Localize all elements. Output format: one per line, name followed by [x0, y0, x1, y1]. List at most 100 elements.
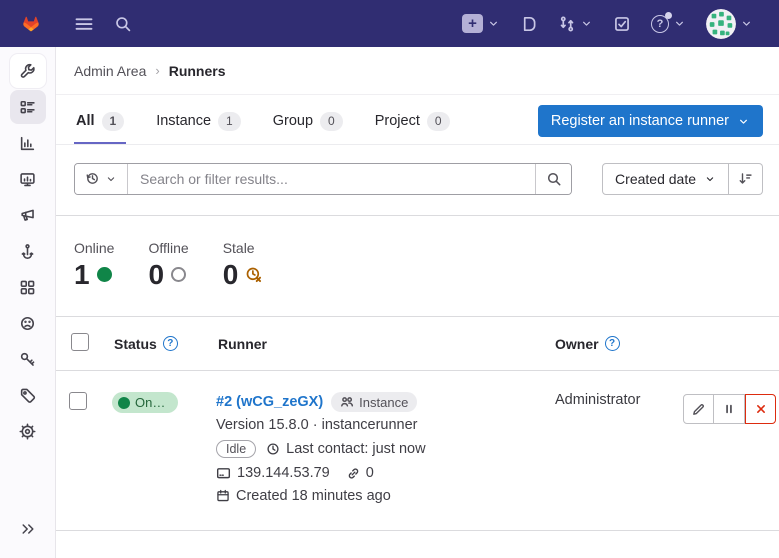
- online-dot-icon: [97, 267, 112, 282]
- sidebar-item-system-hooks[interactable]: [10, 234, 46, 268]
- search-input[interactable]: [128, 164, 535, 194]
- runner-name-link[interactable]: #2 (wCG_zeGX): [216, 394, 323, 410]
- search-filter-group: [74, 163, 572, 195]
- sidebar-item-overview[interactable]: [10, 90, 46, 124]
- sidebar-collapse-button[interactable]: [10, 512, 46, 546]
- created-text: Created 18 minutes ago: [236, 488, 391, 504]
- stat-label: Online: [74, 240, 114, 256]
- gitlab-logo-icon: [16, 9, 46, 39]
- tab-project[interactable]: Project 0: [373, 99, 452, 144]
- sort-by-dropdown[interactable]: Created date: [602, 163, 729, 195]
- runner-row: Online #2 (wCG_zeGX) Instance Version 15…: [56, 371, 779, 531]
- filter-bar: Created date: [56, 145, 779, 216]
- stat-value: 0: [148, 260, 164, 291]
- stat-offline: Offline 0: [148, 240, 188, 291]
- avatar: [706, 9, 736, 39]
- search-submit-button[interactable]: [535, 164, 571, 194]
- register-runner-button[interactable]: Register an instance runner: [538, 105, 763, 137]
- help-menu-button[interactable]: ?: [647, 11, 690, 37]
- status-badge: Online: [112, 392, 178, 413]
- user-menu-button[interactable]: [702, 5, 757, 43]
- owner-help-icon[interactable]: ?: [605, 336, 620, 351]
- chevron-down-icon: [740, 17, 753, 30]
- row-checkbox[interactable]: [69, 392, 87, 410]
- monitor-icon: [19, 171, 36, 188]
- people-icon: [340, 396, 354, 408]
- merge-requests-button[interactable]: [554, 11, 597, 37]
- pencil-icon: [691, 402, 706, 417]
- hook-icon: [19, 243, 36, 260]
- register-runner-label: Register an instance runner: [551, 113, 729, 129]
- apps-grid-icon: [19, 279, 36, 296]
- todos-button[interactable]: [609, 11, 635, 37]
- tab-count-badge: 0: [427, 112, 450, 131]
- tab-label: Project: [375, 113, 420, 129]
- breadcrumb: Admin Area › Runners: [56, 47, 779, 95]
- new-menu-button[interactable]: +: [458, 10, 504, 37]
- stat-label: Stale: [223, 240, 264, 256]
- tab-label: All: [76, 113, 95, 129]
- tab-group[interactable]: Group 0: [271, 99, 345, 144]
- hamburger-icon: [74, 14, 94, 34]
- owner-link[interactable]: Administrator: [555, 392, 683, 408]
- column-header-runner: Runner: [218, 336, 267, 352]
- sidebar-item-messages[interactable]: [10, 198, 46, 232]
- sidebar-item-monitoring[interactable]: [10, 162, 46, 196]
- sidebar-item-settings[interactable]: [10, 414, 46, 448]
- runner-type-label: Instance: [359, 395, 408, 410]
- tab-label: Group: [273, 113, 313, 129]
- label-tag-icon: [19, 387, 36, 404]
- merge-request-icon: [558, 15, 576, 33]
- pause-runner-button[interactable]: [714, 394, 745, 424]
- search-history-dropdown[interactable]: [75, 164, 128, 194]
- delete-runner-button[interactable]: [745, 394, 776, 424]
- breadcrumb-separator: ›: [155, 63, 159, 78]
- history-icon: [85, 171, 100, 186]
- table-header-row: Status? Runner Owner?: [56, 317, 779, 371]
- search-icon: [114, 15, 132, 33]
- sidebar-item-abuse-reports[interactable]: [10, 306, 46, 340]
- sidebar-item-labels[interactable]: [10, 378, 46, 412]
- tab-count-badge: 1: [218, 112, 241, 131]
- clock-icon: [266, 442, 280, 456]
- select-all-checkbox[interactable]: [71, 333, 89, 351]
- nav-toggle-button[interactable]: [70, 10, 98, 38]
- status-badge-label: Online: [135, 395, 168, 410]
- sidebar-item-credentials[interactable]: [10, 342, 46, 376]
- tab-all[interactable]: All 1: [74, 99, 126, 144]
- ip-address-text: 139.144.53.79: [237, 465, 330, 481]
- tab-instance[interactable]: Instance 1: [154, 99, 243, 144]
- column-header-status: Status: [114, 336, 157, 352]
- last-contact-text: Last contact: just now: [286, 441, 425, 457]
- sidebar-item-analytics[interactable]: [10, 126, 46, 160]
- chevron-down-icon: [704, 173, 716, 185]
- pause-icon: [722, 402, 736, 416]
- sort-controls: Created date: [602, 163, 763, 195]
- runner-type-badge: Instance: [331, 392, 417, 412]
- sidebar-item-admin-area[interactable]: [10, 54, 46, 88]
- idle-badge: Idle: [216, 440, 256, 458]
- runners-table: Status? Runner Owner? Online #2 (wCG_zeG…: [56, 316, 779, 531]
- chevron-down-icon: [673, 17, 686, 30]
- stat-label: Offline: [148, 240, 188, 256]
- sidebar-item-applications[interactable]: [10, 270, 46, 304]
- edit-runner-button[interactable]: [683, 394, 714, 424]
- chevron-down-icon: [105, 173, 117, 185]
- breadcrumb-admin-area[interactable]: Admin Area: [74, 63, 146, 79]
- tab-count-badge: 0: [320, 112, 343, 131]
- stat-value: 1: [74, 260, 90, 291]
- global-search-button[interactable]: [110, 11, 136, 37]
- issues-button[interactable]: [516, 11, 542, 37]
- notification-dot: [665, 12, 672, 19]
- overview-list-icon: [19, 99, 36, 116]
- sort-direction-button[interactable]: [729, 163, 763, 195]
- gear-icon: [19, 423, 36, 440]
- offline-circle-icon: [171, 267, 186, 282]
- chevron-double-right-icon: [20, 521, 36, 537]
- status-help-icon[interactable]: ?: [163, 336, 178, 351]
- megaphone-icon: [19, 207, 36, 224]
- frown-face-icon: [19, 315, 36, 332]
- admin-sidebar: [0, 47, 56, 558]
- todo-check-icon: [613, 15, 631, 33]
- sort-descending-icon: [738, 171, 753, 186]
